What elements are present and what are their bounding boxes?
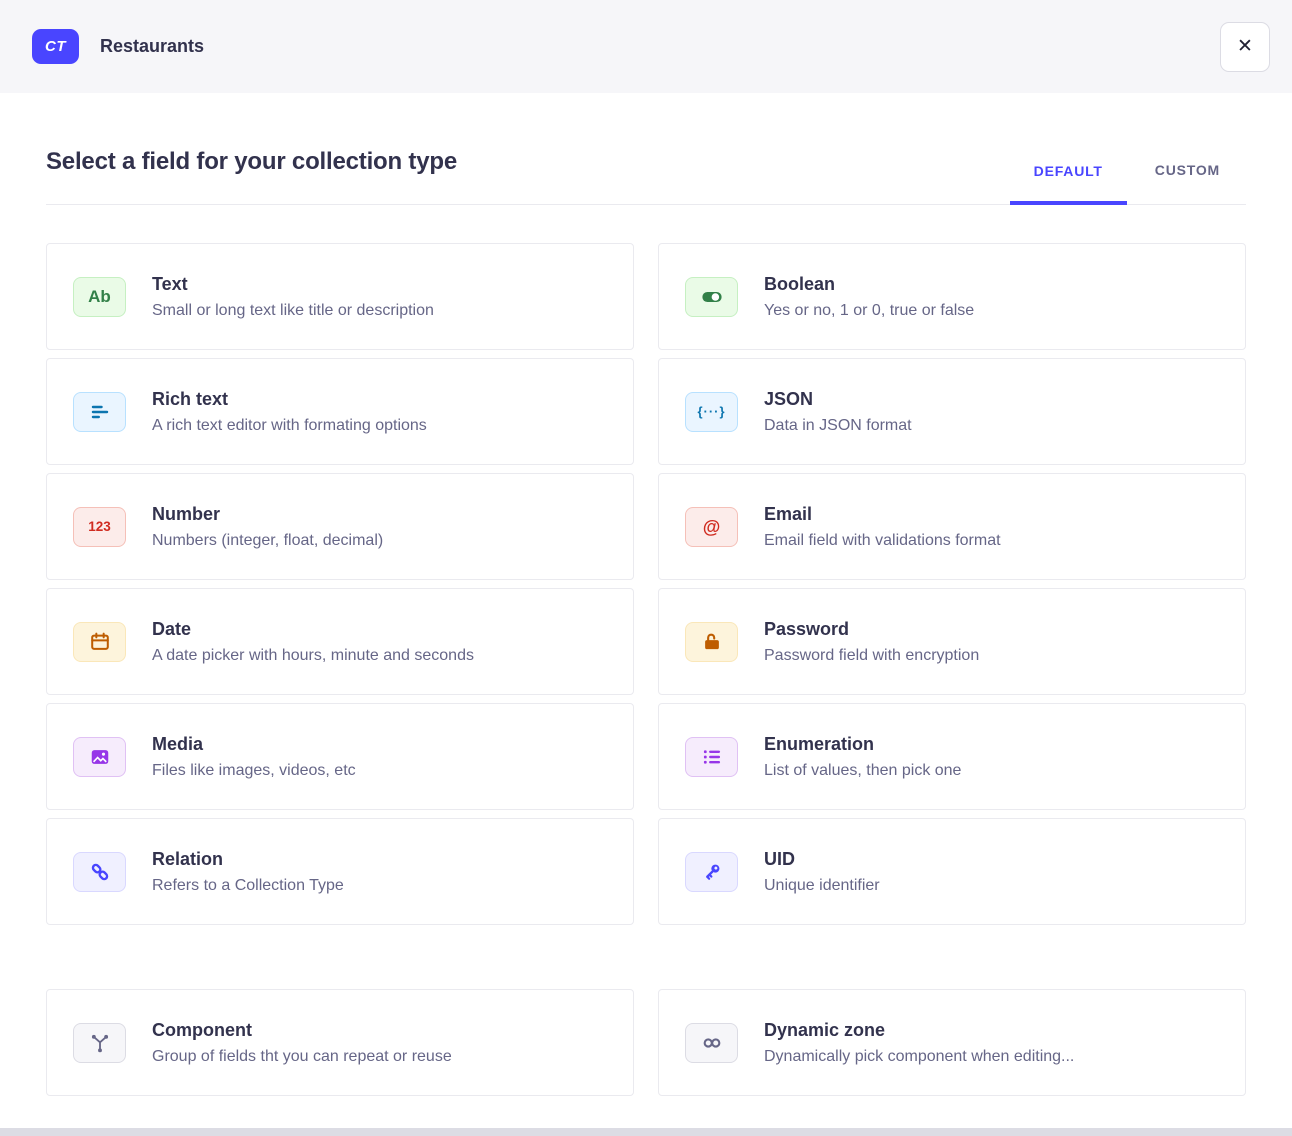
infinity-icon: [685, 1023, 738, 1063]
field-title: JSON: [764, 389, 912, 410]
field-text: Media Files like images, videos, etc: [152, 734, 356, 780]
field-title: Boolean: [764, 274, 974, 295]
align-left-icon: [73, 392, 126, 432]
field-title: Password: [764, 619, 979, 640]
field-text: Text Small or long text like title or de…: [152, 274, 434, 320]
field-title: Media: [152, 734, 356, 755]
branch-icon: [73, 1023, 126, 1063]
close-button[interactable]: ✕: [1220, 22, 1270, 72]
tab-default[interactable]: DEFAULT: [1010, 162, 1127, 205]
field-description: Files like images, videos, etc: [152, 762, 356, 780]
field-text: Enumeration List of values, then pick on…: [764, 734, 961, 780]
page-title: Select a field for your collection type: [46, 148, 457, 176]
advanced-fields-grid: Component Group of fields tht you can re…: [46, 989, 1246, 1096]
field-description: List of values, then pick one: [764, 762, 961, 780]
field-title: Email: [764, 504, 1001, 525]
modal-header: CT Restaurants ✕: [0, 0, 1292, 93]
field-description: A rich text editor with formating option…: [152, 417, 427, 435]
text-ab-icon: Ab: [73, 277, 126, 317]
field-title: Component: [152, 1020, 452, 1041]
number-123-icon: 123: [73, 507, 126, 547]
tab-bar: DEFAULT CUSTOM: [1008, 162, 1246, 204]
tab-custom[interactable]: CUSTOM: [1131, 162, 1244, 204]
field-card-dynamic-zone[interactable]: Dynamic zone Dynamically pick component …: [658, 989, 1246, 1096]
bullet-list-icon: [685, 737, 738, 777]
field-text: Password Password field with encryption: [764, 619, 979, 665]
field-card-rich-text[interactable]: Rich text A rich text editor with format…: [46, 358, 634, 465]
lock-icon: [685, 622, 738, 662]
modal-body: Select a field for your collection type …: [0, 93, 1292, 1096]
field-description: Yes or no, 1 or 0, true or false: [764, 302, 974, 320]
field-title: Dynamic zone: [764, 1020, 1074, 1041]
field-description: Small or long text like title or descrip…: [152, 302, 434, 320]
toggle-on-icon: [685, 277, 738, 317]
bottom-bar: [0, 1128, 1292, 1136]
field-card-component[interactable]: Component Group of fields tht you can re…: [46, 989, 634, 1096]
field-description: A date picker with hours, minute and sec…: [152, 647, 474, 665]
field-description: Data in JSON format: [764, 417, 912, 435]
picture-icon: [73, 737, 126, 777]
field-text: Email Email field with validations forma…: [764, 504, 1001, 550]
field-card-date[interactable]: Date A date picker with hours, minute an…: [46, 588, 634, 695]
field-title: Number: [152, 504, 383, 525]
field-description: Email field with validations format: [764, 532, 1001, 550]
collection-name: Restaurants: [100, 36, 204, 57]
field-title: Date: [152, 619, 474, 640]
field-title: Relation: [152, 849, 344, 870]
field-card-text[interactable]: Ab Text Small or long text like title or…: [46, 243, 634, 350]
default-fields-grid: Ab Text Small or long text like title or…: [46, 243, 1246, 925]
field-text: Boolean Yes or no, 1 or 0, true or false: [764, 274, 974, 320]
field-description: Group of fields tht you can repeat or re…: [152, 1048, 452, 1066]
field-card-boolean[interactable]: Boolean Yes or no, 1 or 0, true or false: [658, 243, 1246, 350]
field-card-media[interactable]: Media Files like images, videos, etc: [46, 703, 634, 810]
field-card-relation[interactable]: Relation Refers to a Collection Type: [46, 818, 634, 925]
field-text: JSON Data in JSON format: [764, 389, 912, 435]
field-title: Rich text: [152, 389, 427, 410]
email-at-icon: @: [685, 507, 738, 547]
field-card-uid[interactable]: UID Unique identifier: [658, 818, 1246, 925]
field-title: Text: [152, 274, 434, 295]
field-text: Rich text A rich text editor with format…: [152, 389, 427, 435]
field-card-password[interactable]: Password Password field with encryption: [658, 588, 1246, 695]
field-title: UID: [764, 849, 880, 870]
field-text: Component Group of fields tht you can re…: [152, 1020, 452, 1066]
field-card-enumeration[interactable]: Enumeration List of values, then pick on…: [658, 703, 1246, 810]
calendar-icon: [73, 622, 126, 662]
field-text: UID Unique identifier: [764, 849, 880, 895]
field-text: Relation Refers to a Collection Type: [152, 849, 344, 895]
json-braces-icon-glyph: {···}: [697, 405, 725, 418]
field-title: Enumeration: [764, 734, 961, 755]
field-description: Unique identifier: [764, 877, 880, 895]
text-ab-icon-glyph: Ab: [88, 288, 111, 305]
field-description: Password field with encryption: [764, 647, 979, 665]
field-description: Numbers (integer, float, decimal): [152, 532, 383, 550]
select-field-modal: CT Restaurants ✕ Select a field for your…: [0, 0, 1292, 1136]
field-description: Refers to a Collection Type: [152, 877, 344, 895]
email-at-icon-glyph: @: [703, 518, 721, 536]
chain-link-icon: [73, 852, 126, 892]
json-braces-icon: {···}: [685, 392, 738, 432]
field-card-email[interactable]: @ Email Email field with validations for…: [658, 473, 1246, 580]
field-text: Dynamic zone Dynamically pick component …: [764, 1020, 1074, 1066]
field-description: Dynamically pick component when editing.…: [764, 1048, 1074, 1066]
field-card-json[interactable]: {···} JSON Data in JSON format: [658, 358, 1246, 465]
headline-row: Select a field for your collection type …: [46, 93, 1246, 205]
key-icon: [685, 852, 738, 892]
field-card-number[interactable]: 123 Number Numbers (integer, float, deci…: [46, 473, 634, 580]
collection-type-badge: CT: [32, 29, 79, 64]
field-text: Number Numbers (integer, float, decimal): [152, 504, 383, 550]
number-123-icon-glyph: 123: [88, 520, 111, 534]
field-text: Date A date picker with hours, minute an…: [152, 619, 474, 665]
close-icon: ✕: [1237, 35, 1253, 58]
